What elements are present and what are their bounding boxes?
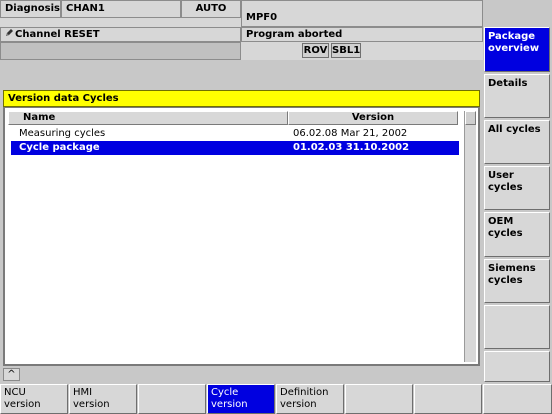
softkey-empty-h8[interactable] bbox=[483, 384, 552, 414]
mode-label: Diagnosis bbox=[0, 0, 61, 18]
channel-status: Channel RESET bbox=[0, 27, 241, 42]
channel-status-text: Channel RESET bbox=[15, 29, 100, 40]
operating-mode: AUTO bbox=[181, 0, 241, 18]
column-header-version[interactable]: Version bbox=[288, 111, 458, 125]
rov-flag: ROV bbox=[302, 43, 329, 58]
channel-label: CHAN1 bbox=[61, 0, 181, 18]
softkey-definition-version[interactable]: Definition version bbox=[276, 384, 344, 414]
softkey-empty-7[interactable] bbox=[484, 305, 550, 349]
softkey-all-cycles[interactable]: All cycles bbox=[484, 120, 550, 164]
softkey-siemens-cycles[interactable]: Siemens cycles bbox=[484, 259, 550, 303]
sbl-flag: SBL1 bbox=[331, 43, 361, 58]
table-row[interactable]: Measuring cycles 06.02.08 Mar 21, 2002 bbox=[11, 127, 459, 141]
program-status: Program aborted bbox=[241, 27, 483, 42]
pencil-icon bbox=[5, 28, 15, 41]
version-table: Name Version Measuring cycles 06.02.08 M… bbox=[3, 107, 480, 366]
softkey-empty-h6[interactable] bbox=[345, 384, 413, 414]
row-version: 06.02.08 Mar 21, 2002 bbox=[293, 128, 408, 139]
softkey-empty-8[interactable] bbox=[484, 351, 550, 382]
softkey-cycle-version[interactable]: Cycle version bbox=[207, 384, 275, 414]
panel-title: Version data Cycles bbox=[3, 90, 480, 107]
softkey-empty-h7[interactable] bbox=[414, 384, 482, 414]
table-row-selected[interactable]: Cycle package 01.02.03 31.10.2002 bbox=[11, 141, 459, 155]
softkey-hmi-version[interactable]: HMI version bbox=[69, 384, 137, 414]
alarm-line bbox=[0, 42, 241, 60]
scrollbar-cap[interactable] bbox=[465, 111, 476, 125]
softkey-ncu-version[interactable]: NCU version bbox=[0, 384, 68, 414]
column-header-name[interactable]: Name bbox=[8, 111, 288, 125]
row-name: Cycle package bbox=[19, 142, 100, 153]
vertical-scrollbar[interactable] bbox=[464, 111, 476, 362]
softkey-oem-cycles[interactable]: OEM cycles bbox=[484, 212, 550, 257]
row-name: Measuring cycles bbox=[19, 128, 106, 139]
softkey-details[interactable]: Details bbox=[484, 74, 550, 118]
softkey-empty-h3[interactable] bbox=[138, 384, 206, 414]
softkey-package-overview[interactable]: Package overview bbox=[484, 27, 550, 72]
row-version: 01.02.03 31.10.2002 bbox=[293, 142, 410, 153]
softkey-user-cycles[interactable]: User cycles bbox=[484, 166, 550, 210]
status-header: Diagnosis CHAN1 AUTO MPF0 Channel RESET … bbox=[0, 0, 483, 60]
program-name: MPF0 bbox=[241, 0, 483, 27]
recall-up-icon[interactable]: ^ bbox=[3, 368, 20, 381]
